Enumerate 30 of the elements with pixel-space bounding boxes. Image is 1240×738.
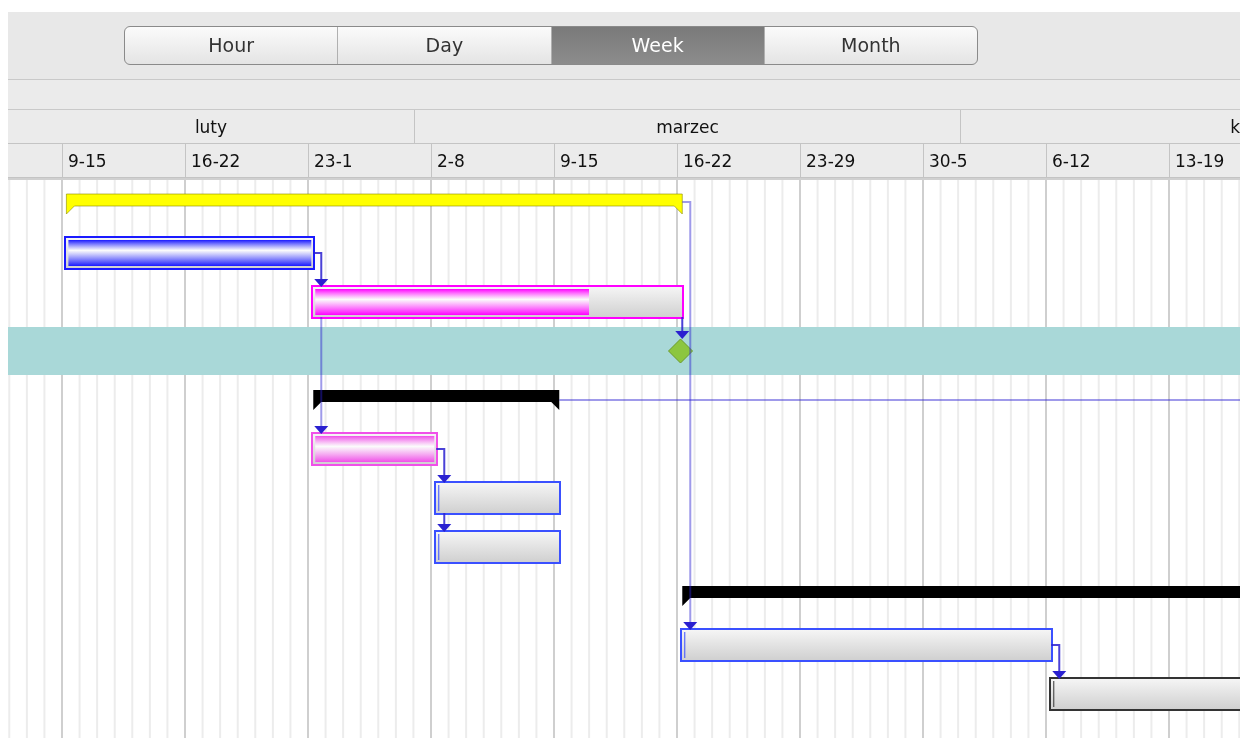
month-label: k xyxy=(1230,116,1240,137)
arrow-head-icon xyxy=(1052,671,1067,679)
task-bar[interactable] xyxy=(434,481,562,515)
summary-bar[interactable] xyxy=(682,586,1240,606)
arrow-head-icon xyxy=(683,622,698,630)
task-bar[interactable] xyxy=(1049,677,1240,711)
view-tab[interactable]: Week xyxy=(550,26,764,64)
arrow-head-icon xyxy=(675,331,690,339)
week-label: 9-15 xyxy=(560,150,599,171)
month-label: luty xyxy=(194,116,228,137)
week-label: 2-8 xyxy=(437,150,465,171)
arrow-head-icon xyxy=(314,279,329,287)
week-label: 23-1 xyxy=(314,150,353,171)
week-label: 30-5 xyxy=(929,150,968,171)
task-bar[interactable] xyxy=(680,628,1054,662)
view-tab[interactable]: Day xyxy=(337,26,551,64)
week-label: 6-12 xyxy=(1052,150,1091,171)
week-label: 16-22 xyxy=(191,150,241,171)
arrow-head-icon xyxy=(437,524,452,532)
arrow-head-icon xyxy=(314,426,329,434)
month-label: marzec xyxy=(656,116,719,137)
view-tab[interactable]: Month xyxy=(763,26,977,64)
week-label: 23-29 xyxy=(806,150,856,171)
week-label: 16-22 xyxy=(683,150,733,171)
summary-bar[interactable] xyxy=(313,390,560,410)
week-label: 9-15 xyxy=(68,150,107,171)
task-bar[interactable] xyxy=(434,530,562,564)
view-tab[interactable]: Hour xyxy=(125,26,338,64)
arrow-head-icon xyxy=(437,475,452,483)
week-label: 13-19 xyxy=(1175,150,1225,171)
